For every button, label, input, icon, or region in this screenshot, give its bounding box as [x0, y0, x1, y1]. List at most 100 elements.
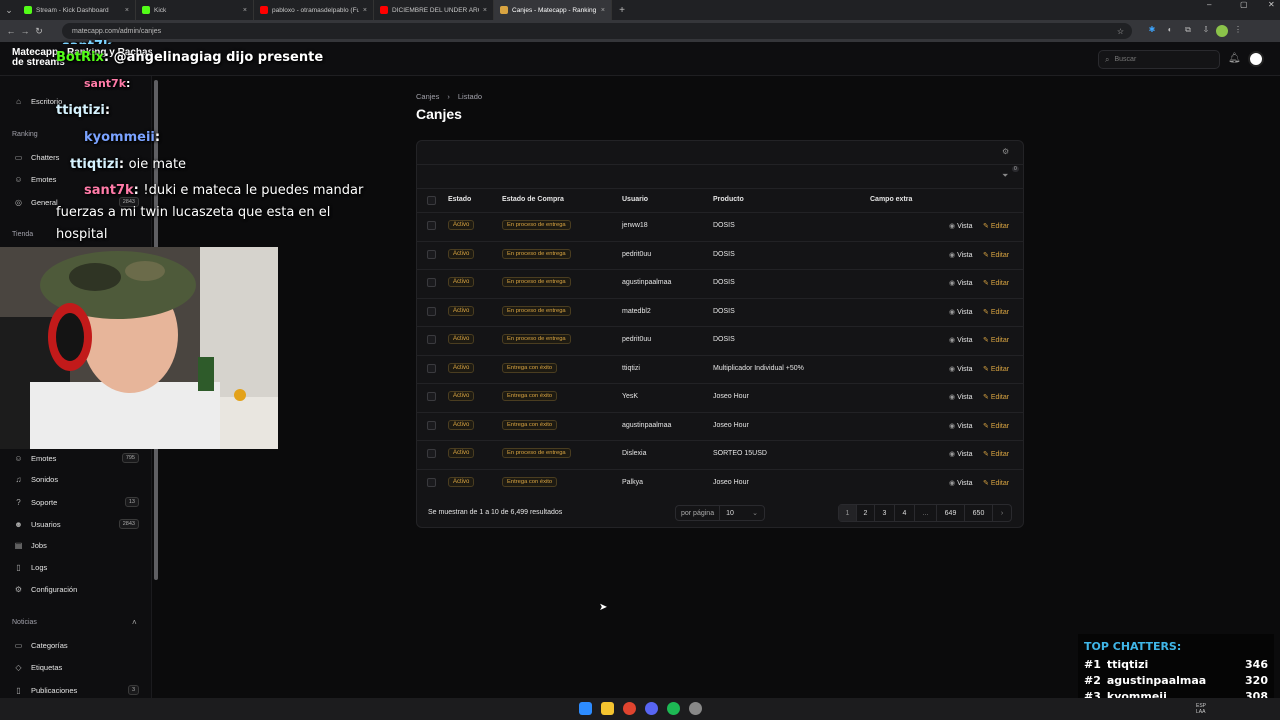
breadcrumb-link[interactable]: Canjes: [416, 92, 439, 101]
edit-button[interactable]: ✎ Editar: [983, 308, 1009, 316]
edit-button[interactable]: ✎ Editar: [983, 422, 1009, 430]
page-button[interactable]: 3: [875, 505, 895, 521]
language-indicator[interactable]: ESP LAA: [1196, 703, 1210, 715]
sidebar-item-configuracion[interactable]: ⚙ Configuración: [14, 585, 139, 594]
close-icon[interactable]: ×: [363, 7, 367, 14]
close-icon[interactable]: ×: [601, 7, 605, 14]
chrome-icon[interactable]: [623, 702, 636, 715]
page-button-current[interactable]: 1: [839, 505, 857, 521]
edit-button[interactable]: ✎ Editar: [983, 450, 1009, 458]
select-all-checkbox[interactable]: [427, 196, 436, 205]
browser-tab[interactable]: DICIEMBRE DEL UNDER ARGEN ×: [374, 0, 494, 20]
sidebar-item-etiquetas[interactable]: ◇ Etiquetas: [14, 663, 139, 672]
column-header-campo-extra[interactable]: Campo extra: [870, 196, 912, 203]
downloads-icon[interactable]: ⇩: [1200, 25, 1212, 37]
view-button[interactable]: ◉ Vista: [949, 308, 973, 316]
tab-list-icon[interactable]: ⌄: [0, 5, 18, 16]
folder-icon: ▭: [14, 641, 23, 650]
new-tab-button[interactable]: +: [612, 5, 632, 16]
row-checkbox[interactable]: [427, 392, 436, 401]
search-input[interactable]: ⌕ Buscar: [1098, 50, 1220, 69]
smile-icon: ☺: [14, 453, 23, 463]
row-checkbox[interactable]: [427, 364, 436, 373]
view-button[interactable]: ◉ Vista: [949, 279, 973, 287]
profile-avatar[interactable]: [1216, 25, 1228, 37]
view-button[interactable]: ◉ Vista: [949, 393, 973, 401]
sidebar-item-categorias[interactable]: ▭ Categorías: [14, 641, 139, 650]
column-header-usuario[interactable]: Usuario: [622, 196, 648, 203]
windows-start-icon[interactable]: [579, 702, 592, 715]
chevron-up-icon[interactable]: ˄: [132, 618, 137, 627]
discord-icon[interactable]: [645, 702, 658, 715]
browser-tab[interactable]: Stream - Kick Dashboard ×: [18, 0, 136, 20]
row-checkbox[interactable]: [427, 278, 436, 287]
column-toggle-icon[interactable]: ⚙: [1002, 147, 1009, 156]
column-header-estado[interactable]: Estado: [448, 196, 471, 203]
close-icon[interactable]: ×: [125, 7, 129, 14]
edit-label: Editar: [990, 223, 1010, 230]
row-checkbox[interactable]: [427, 221, 436, 230]
row-checkbox[interactable]: [427, 478, 436, 487]
next-page-button[interactable]: ›: [993, 505, 1011, 521]
bell-icon[interactable]: 🔔︎: [1228, 53, 1241, 64]
per-page-select[interactable]: por página 10 ⌄: [675, 505, 765, 521]
view-button[interactable]: ◉ Vista: [949, 479, 973, 487]
back-icon[interactable]: ←: [4, 26, 18, 36]
edit-button[interactable]: ✎ Editar: [983, 222, 1009, 230]
maximize-icon[interactable]: ▢: [1240, 0, 1248, 9]
view-button[interactable]: ◉ Vista: [949, 422, 973, 430]
view-button[interactable]: ◉ Vista: [949, 336, 973, 344]
page-button[interactable]: 649: [937, 505, 965, 521]
edit-button[interactable]: ✎ Editar: [983, 393, 1009, 401]
row-checkbox[interactable]: [427, 307, 436, 316]
eye-icon: ◉: [949, 451, 958, 458]
sidebar-item-usuarios[interactable]: ☻ Usuarios 2843: [14, 519, 139, 529]
column-header-estado-compra[interactable]: Estado de Compra: [502, 196, 564, 203]
edit-button[interactable]: ✎ Editar: [983, 279, 1009, 287]
row-checkbox[interactable]: [427, 449, 436, 458]
sidebar-item-logs[interactable]: ▯ Logs: [14, 563, 139, 572]
app-icon[interactable]: [689, 702, 702, 715]
browser-tab[interactable]: pabloxo - otramasdelpablo (Fu ×: [254, 0, 374, 20]
close-window-icon[interactable]: ✕: [1268, 0, 1275, 9]
sidebar-item-sonidos[interactable]: ♫ Sonidos: [14, 475, 139, 484]
browser-tab[interactable]: Kick ×: [136, 0, 254, 20]
filter-icon[interactable]: ⏷: [1002, 171, 1008, 181]
view-button[interactable]: ◉ Vista: [949, 365, 973, 373]
sidebar-item-emotes-tienda[interactable]: ☺ Emotes 795: [14, 453, 139, 463]
chevron-right-icon: ›: [447, 92, 450, 101]
extension-icon[interactable]: ✱: [1146, 25, 1158, 37]
star-icon[interactable]: ☆: [1117, 27, 1124, 36]
column-header-producto[interactable]: Producto: [713, 196, 744, 203]
minimize-icon[interactable]: –: [1207, 0, 1211, 9]
sidebar-item-soporte[interactable]: ? Soporte 13: [14, 497, 139, 507]
extension-icon[interactable]: ◐: [1164, 25, 1176, 37]
row-checkbox[interactable]: [427, 250, 436, 259]
edit-button[interactable]: ✎ Editar: [983, 479, 1009, 487]
menu-icon[interactable]: ⋮: [1232, 25, 1244, 37]
view-button[interactable]: ◉ Vista: [949, 251, 973, 259]
close-icon[interactable]: ×: [243, 7, 247, 14]
forward-icon[interactable]: →: [18, 26, 32, 36]
row-checkbox[interactable]: [427, 421, 436, 430]
view-button[interactable]: ◉ Vista: [949, 222, 973, 230]
spotify-icon[interactable]: [667, 702, 680, 715]
cell-producto: DOSIS: [713, 336, 735, 343]
puzzle-icon[interactable]: ⧉: [1182, 25, 1194, 37]
sidebar-item-publicaciones[interactable]: ▯ Publicaciones 3: [14, 685, 139, 695]
reload-icon[interactable]: ↻: [32, 26, 46, 37]
sidebar-item-jobs[interactable]: ▤ Jobs: [14, 541, 139, 550]
user-avatar[interactable]: [1248, 51, 1264, 67]
edit-button[interactable]: ✎ Editar: [983, 365, 1009, 373]
page-button[interactable]: 4: [895, 505, 915, 521]
page-button[interactable]: 650: [965, 505, 993, 521]
view-button[interactable]: ◉ Vista: [949, 450, 973, 458]
edit-button[interactable]: ✎ Editar: [983, 251, 1009, 259]
row-checkbox[interactable]: [427, 335, 436, 344]
browser-tab-active[interactable]: Canjes - Matecapp - Ranking y ×: [494, 0, 612, 20]
edit-button[interactable]: ✎ Editar: [983, 336, 1009, 344]
pencil-icon: ✎: [983, 280, 991, 287]
file-explorer-icon[interactable]: [601, 702, 614, 715]
page-button[interactable]: 2: [857, 505, 875, 521]
close-icon[interactable]: ×: [483, 7, 487, 14]
